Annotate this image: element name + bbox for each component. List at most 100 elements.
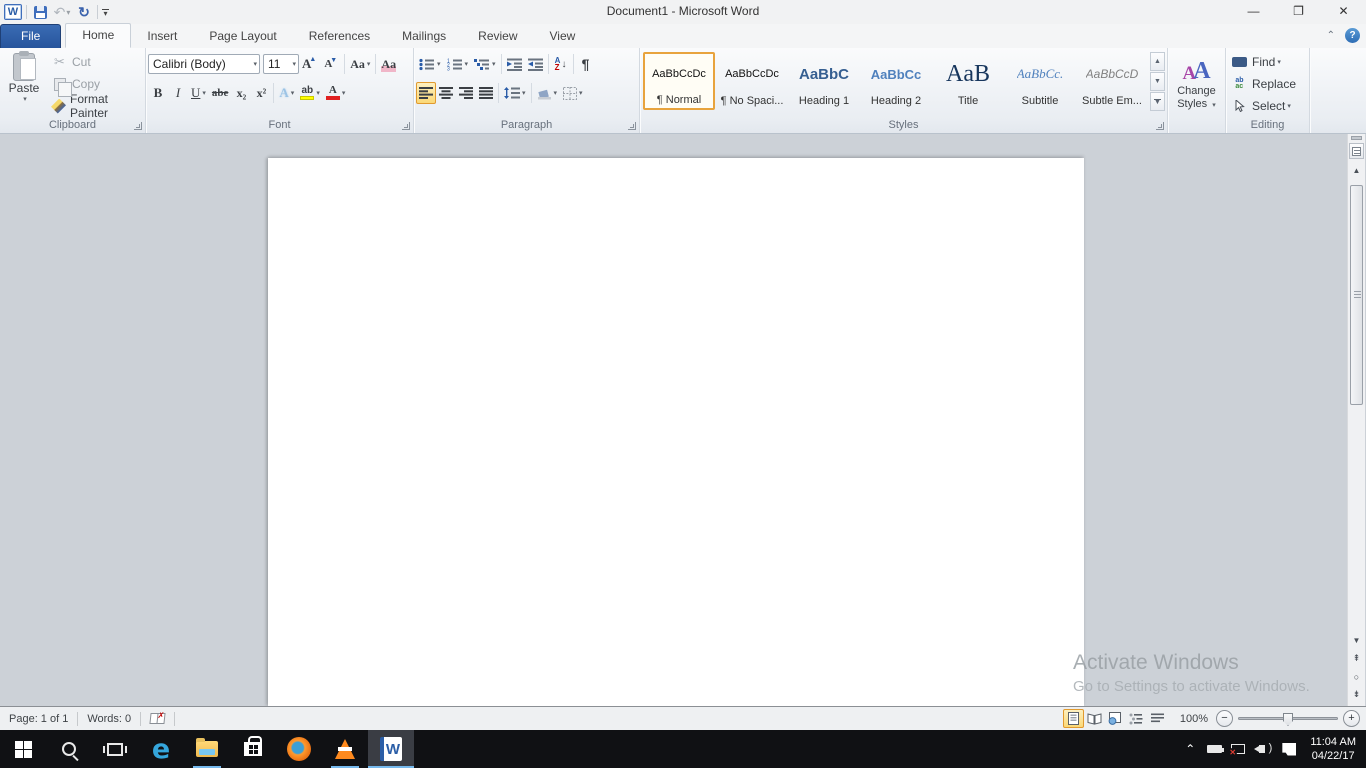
zoom-out-button[interactable]: −	[1216, 710, 1233, 727]
paste-dropdown-icon[interactable]: ▾	[4, 95, 46, 103]
bullets-button[interactable]: ▾	[416, 53, 444, 75]
find-button[interactable]: Find▾	[1228, 51, 1307, 73]
styles-dialog-launcher[interactable]	[1156, 122, 1164, 130]
font-size-dropdown-icon[interactable]: ▾	[292, 60, 296, 68]
ruler-toggle-button[interactable]	[1349, 143, 1364, 159]
bold-button[interactable]: B	[148, 82, 168, 104]
select-button[interactable]: Select▾	[1228, 95, 1307, 117]
outline-view-button[interactable]	[1126, 709, 1147, 728]
tab-insert[interactable]: Insert	[131, 25, 193, 48]
shading-button[interactable]: ▾	[534, 82, 561, 104]
style-no-spacing[interactable]: AaBbCcDc ¶ No Spaci...	[717, 52, 787, 110]
sort-button[interactable]: AZ↓	[551, 53, 571, 75]
word-count-indicator[interactable]: Words: 0	[78, 707, 140, 730]
scroll-up-button[interactable]: ▲	[1349, 162, 1364, 178]
multilevel-list-button[interactable]: ▾	[471, 53, 499, 75]
font-size-combobox[interactable]: 11 ▾	[263, 54, 299, 74]
italic-button[interactable]: I	[168, 82, 188, 104]
page-count-indicator[interactable]: Page: 1 of 1	[0, 707, 77, 730]
increase-indent-button[interactable]	[525, 53, 546, 75]
styles-scroll-down-button[interactable]: ▼	[1150, 72, 1165, 91]
decrease-indent-button[interactable]	[504, 53, 525, 75]
print-layout-view-button[interactable]	[1063, 709, 1084, 728]
next-page-button[interactable]: ⇟	[1349, 687, 1364, 702]
format-painter-button[interactable]: Format Painter	[48, 95, 143, 117]
action-center-button[interactable]	[1274, 730, 1304, 768]
style-title[interactable]: AaB Title	[933, 52, 1003, 110]
task-view-button[interactable]	[92, 730, 138, 768]
firefox-taskbar-button[interactable]	[276, 730, 322, 768]
tab-view[interactable]: View	[534, 25, 592, 48]
file-explorer-taskbar-button[interactable]	[184, 730, 230, 768]
edge-taskbar-button[interactable]: e	[138, 730, 184, 768]
network-tray-button[interactable]	[1226, 730, 1250, 768]
borders-button[interactable]: ▾	[560, 82, 586, 104]
volume-tray-button[interactable]	[1250, 730, 1274, 768]
fullscreen-reading-view-button[interactable]	[1084, 709, 1105, 728]
zoom-in-button[interactable]: +	[1343, 710, 1360, 727]
minimize-window-button[interactable]: —	[1231, 0, 1276, 22]
subscript-button[interactable]: x₂	[231, 82, 251, 104]
tab-mailings[interactable]: Mailings	[386, 25, 462, 48]
restore-window-button[interactable]: ❐	[1276, 0, 1321, 22]
align-center-button[interactable]	[436, 82, 456, 104]
align-right-button[interactable]	[456, 82, 476, 104]
style-subtitle[interactable]: AaBbCc. Subtitle	[1005, 52, 1075, 110]
font-family-combobox[interactable]: Calibri (Body) ▾	[148, 54, 260, 74]
underline-button[interactable]: U▾	[188, 82, 209, 104]
replace-button[interactable]: abac Replace	[1228, 73, 1307, 95]
web-layout-view-button[interactable]	[1105, 709, 1126, 728]
show-hide-marks-button[interactable]: ¶	[576, 53, 596, 75]
vertical-scrollbar[interactable]: ▲ ▼ ⇞ ○ ⇟	[1347, 134, 1365, 706]
scroll-down-button[interactable]: ▼	[1349, 632, 1364, 648]
draft-view-button[interactable]	[1147, 709, 1168, 728]
tab-home[interactable]: Home	[65, 23, 131, 48]
split-handle[interactable]	[1351, 136, 1362, 140]
style-heading-2[interactable]: AaBbCc Heading 2	[861, 52, 931, 110]
style-subtle-emphasis[interactable]: AaBbCcD Subtle Em...	[1077, 52, 1147, 110]
shrink-font-button[interactable]: A▼	[321, 53, 342, 75]
strikethrough-button[interactable]: abe	[209, 82, 232, 104]
font-dialog-launcher[interactable]	[402, 122, 410, 130]
minimize-ribbon-icon[interactable]: ⌃	[1327, 30, 1335, 41]
styles-more-button[interactable]: ▼	[1150, 92, 1165, 111]
justify-button[interactable]	[476, 82, 496, 104]
proofing-status-button[interactable]	[141, 707, 174, 730]
select-browse-object-button[interactable]: ○	[1349, 669, 1364, 684]
font-color-button[interactable]: A▾	[323, 82, 349, 104]
paragraph-dialog-launcher[interactable]	[628, 122, 636, 130]
document-page[interactable]	[268, 158, 1084, 706]
tray-expand-button[interactable]: ⌃	[1178, 730, 1202, 768]
previous-page-button[interactable]: ⇞	[1349, 651, 1364, 666]
help-icon[interactable]: ?	[1345, 28, 1360, 43]
zoom-slider-thumb[interactable]	[1283, 713, 1293, 726]
cut-button[interactable]: ✂ Cut	[48, 51, 143, 73]
clock[interactable]: 11:04 AM 04/22/17	[1304, 735, 1366, 763]
battery-tray-button[interactable]	[1202, 730, 1226, 768]
zoom-level-button[interactable]: 100%	[1180, 713, 1208, 725]
tab-file[interactable]: File	[0, 24, 61, 48]
close-window-button[interactable]: ✕	[1321, 0, 1366, 22]
line-spacing-button[interactable]: ▾	[501, 82, 529, 104]
align-left-button[interactable]	[416, 82, 436, 104]
tab-page-layout[interactable]: Page Layout	[193, 25, 292, 48]
vlc-taskbar-button[interactable]	[322, 730, 368, 768]
font-family-dropdown-icon[interactable]: ▾	[253, 60, 257, 68]
start-button[interactable]	[0, 730, 46, 768]
style-heading-1[interactable]: AaBbC Heading 1	[789, 52, 859, 110]
clipboard-dialog-launcher[interactable]	[134, 122, 142, 130]
paste-button[interactable]: Paste ▾	[2, 51, 46, 103]
zoom-slider[interactable]	[1238, 717, 1338, 720]
tab-references[interactable]: References	[293, 25, 386, 48]
text-effects-button[interactable]: A▾	[276, 82, 297, 104]
text-highlight-button[interactable]: ab▾	[297, 82, 323, 104]
scrollbar-thumb[interactable]	[1350, 185, 1363, 405]
superscript-button[interactable]: x²	[251, 82, 271, 104]
grow-font-button[interactable]: A▲	[299, 53, 321, 75]
styles-scroll-up-button[interactable]: ▲	[1150, 52, 1165, 71]
store-taskbar-button[interactable]	[230, 730, 276, 768]
change-case-button[interactable]: Aa▾	[347, 53, 373, 75]
word-taskbar-button[interactable]: W	[368, 730, 414, 768]
style-normal[interactable]: AaBbCcDc ¶ Normal	[643, 52, 715, 110]
tab-review[interactable]: Review	[462, 25, 533, 48]
